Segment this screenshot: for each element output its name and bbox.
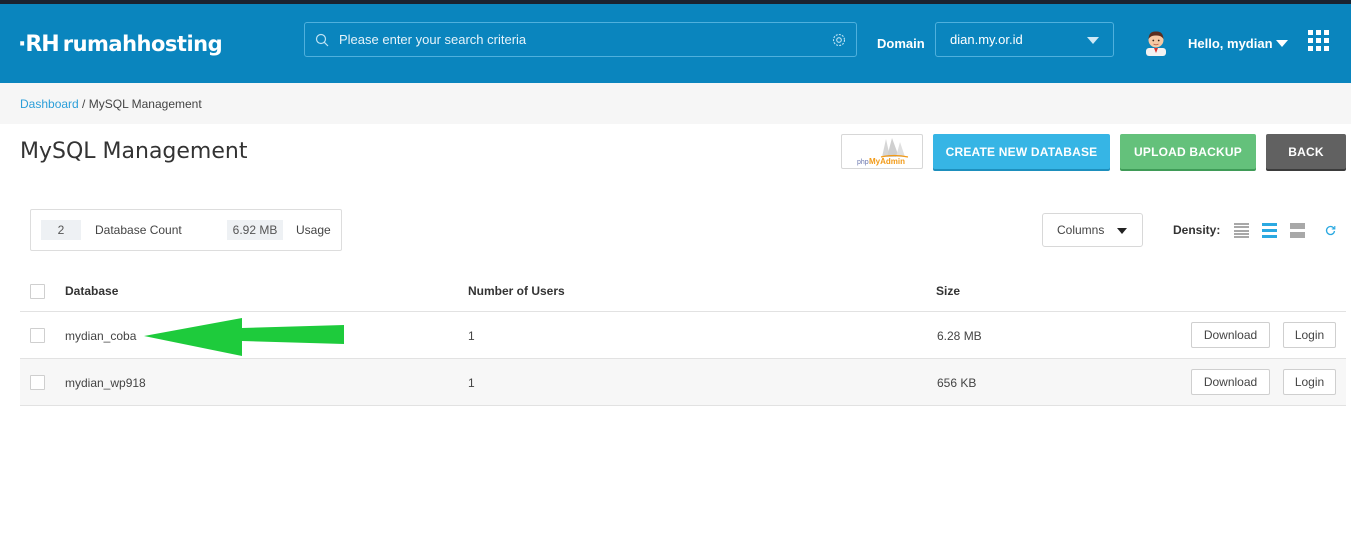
user-menu-chevron-down-icon[interactable] [1276,40,1288,47]
density-label: Density: [1173,223,1221,237]
table-row: mydian_wp918 1 656 KB Download Login [20,359,1346,406]
usage-label: Usage [296,223,331,237]
column-header-size[interactable]: Size [936,284,960,298]
arrow-left-icon [144,318,344,356]
user-greeting[interactable]: Hello, mydian [1188,36,1273,51]
breadcrumb: Dashboard / MySQL Management [20,97,202,111]
phpmyadmin-button[interactable]: php MyAdmin [841,134,923,169]
download-button[interactable]: Download [1191,369,1270,395]
logo-mark: ·RH [18,31,60,57]
user-count: 1 [468,376,475,390]
back-button[interactable]: BACK [1266,134,1346,169]
database-stats: 2 Database Count 6.92 MB Usage [30,209,342,251]
breadcrumb-separator: / [78,97,89,111]
phpmyadmin-php-text: php [857,159,869,166]
search-icon [315,33,329,46]
breadcrumb-bar [0,83,1351,124]
page-title: MySQL Management [20,139,248,164]
chevron-down-icon [1087,37,1099,44]
phpmyadmin-admin-text: MyAdmin [869,157,905,166]
gear-icon[interactable] [831,32,847,48]
usage-value: 6.92 MB [227,220,283,240]
database-size: 6.28 MB [937,329,982,343]
database-count-label: Database Count [95,223,182,237]
apps-grid-icon[interactable] [1308,30,1329,51]
breadcrumb-dashboard-link[interactable]: Dashboard [20,97,79,111]
chevron-down-icon [1117,228,1127,234]
row-checkbox[interactable] [30,375,45,390]
search-box [304,22,857,57]
login-button[interactable]: Login [1283,369,1336,395]
database-name: mydian_wp918 [65,376,146,390]
logo[interactable]: ·RH rumahhosting [18,28,223,60]
density-comfortable-icon[interactable] [1290,223,1305,238]
create-new-database-button[interactable]: CREATE NEW DATABASE [933,134,1110,169]
upload-backup-button[interactable]: UPLOAD BACKUP [1120,134,1256,169]
phpmyadmin-logo: php MyAdmin [857,138,909,166]
domain-value: dian.my.or.id [950,32,1023,47]
select-all-checkbox[interactable] [30,284,45,299]
columns-label: Columns [1057,223,1105,237]
columns-dropdown-button[interactable]: Columns [1042,213,1143,247]
avatar[interactable] [1143,28,1169,56]
row-checkbox[interactable] [30,328,45,343]
domain-select[interactable]: dian.my.or.id [935,22,1114,57]
density-compact-icon[interactable] [1234,223,1249,238]
database-count-value: 2 [41,220,81,240]
column-header-users[interactable]: Number of Users [468,284,565,298]
logo-text: rumahhosting [62,32,223,56]
login-button[interactable]: Login [1283,322,1336,348]
database-size: 656 KB [937,376,977,390]
density-standard-icon[interactable] [1262,223,1277,238]
breadcrumb-current: MySQL Management [88,97,202,111]
search-input[interactable] [337,31,817,48]
table-header-row: Database Number of Users Size [20,270,1346,312]
user-count: 1 [468,329,475,343]
column-header-database[interactable]: Database [65,284,118,298]
download-button[interactable]: Download [1191,322,1270,348]
domain-label: Domain [877,36,925,51]
database-name: mydian_coba [65,329,137,343]
refresh-icon[interactable] [1325,225,1336,236]
